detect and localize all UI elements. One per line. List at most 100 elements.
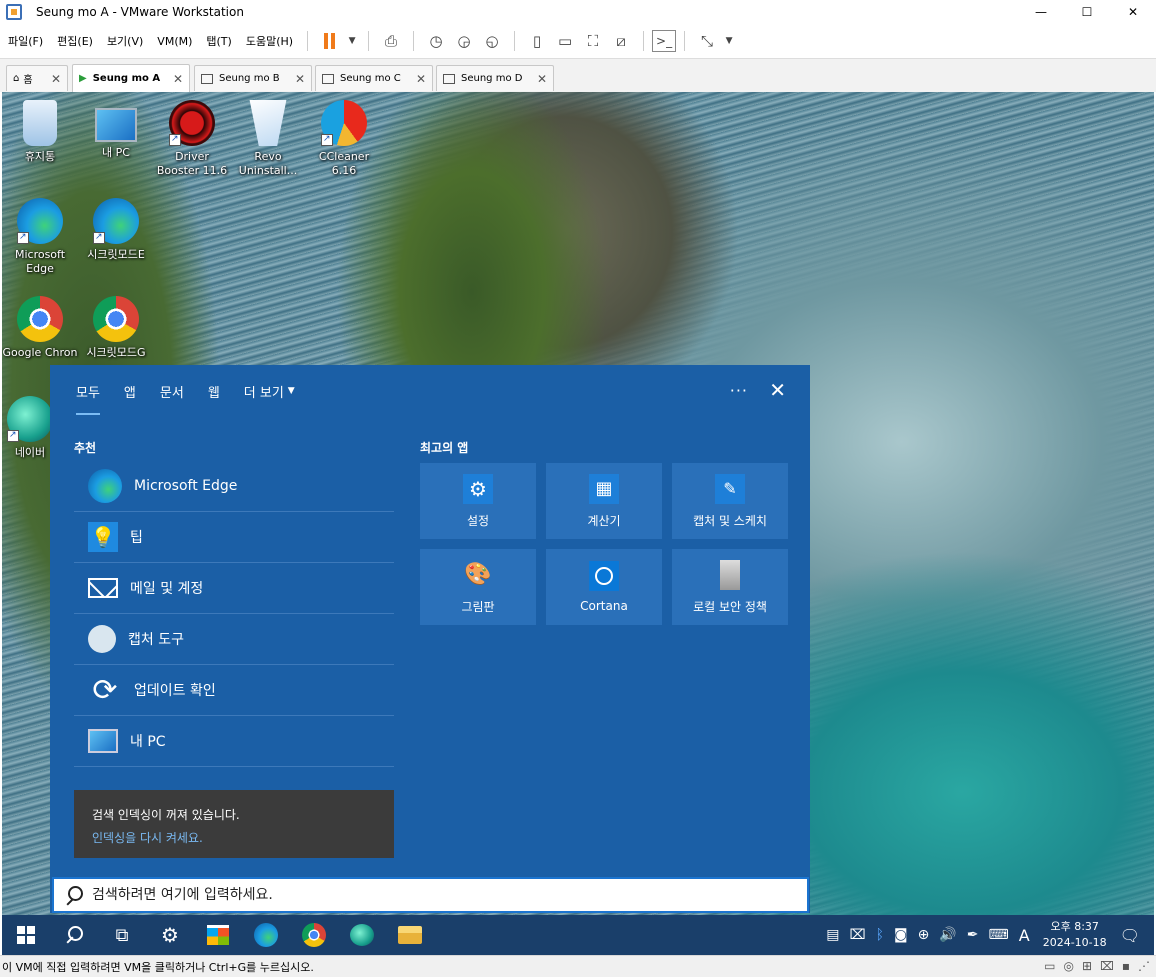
- hard-disk-icon[interactable]: ▭: [1044, 959, 1055, 973]
- close-tab-icon[interactable]: ✕: [173, 72, 183, 86]
- recommended-item-this-pc[interactable]: 내 PC: [74, 716, 394, 767]
- folder-icon: [398, 926, 422, 944]
- close-tab-icon[interactable]: ✕: [416, 72, 426, 86]
- taskbar-store-button[interactable]: [194, 915, 242, 955]
- taskbar-chrome-button[interactable]: [290, 915, 338, 955]
- pen-icon[interactable]: ✒: [967, 927, 979, 943]
- taskbar-clock[interactable]: 오후 8:37 2024-10-18: [1035, 919, 1115, 951]
- desktop-icon-this-pc[interactable]: 내 PC: [78, 100, 154, 160]
- edge-icon: [93, 198, 139, 244]
- close-tab-icon[interactable]: ✕: [537, 72, 547, 86]
- minimize-button[interactable]: —: [1018, 0, 1064, 24]
- notification-icon[interactable]: 🗨: [1120, 926, 1140, 945]
- vm-display[interactable]: 휴지통 내 PC Driver Booster 11.6 Revo Uninst…: [2, 92, 1154, 955]
- search-input[interactable]: [92, 887, 772, 903]
- top-app-paint[interactable]: 🎨 그림판: [420, 549, 536, 625]
- usb-icon[interactable]: ⌧: [849, 927, 865, 943]
- search-tab-more[interactable]: 더 보기 ▼: [232, 365, 307, 417]
- ime-indicator[interactable]: A: [1019, 926, 1030, 945]
- show-library-icon[interactable]: ▯: [523, 27, 551, 55]
- taskbar-file-explorer-button[interactable]: [386, 915, 434, 955]
- desktop-icon-recycle-bin[interactable]: 휴지통: [2, 100, 78, 164]
- touch-keyboard-tray-icon[interactable]: ▤: [826, 927, 839, 943]
- menu-vm[interactable]: VM(M): [151, 35, 198, 48]
- tab-seung-mo-b[interactable]: Seung mo B ✕: [194, 65, 312, 91]
- more-options-icon[interactable]: ···: [730, 381, 748, 400]
- menu-tab[interactable]: 탭(T): [200, 33, 237, 49]
- bluetooth-icon[interactable]: ᛒ: [876, 927, 884, 943]
- thumbnail-bar-icon[interactable]: ▭: [551, 27, 579, 55]
- desktop-icon-secret-mode-edge[interactable]: 시크릿모드E: [78, 198, 154, 262]
- desktop-icon-secret-mode-chrome[interactable]: 시크릿모드G: [78, 296, 154, 360]
- search-tab-web[interactable]: 웹: [196, 365, 232, 417]
- desktop-icon-microsoft-edge[interactable]: Microsoft Edge: [2, 198, 78, 276]
- maximize-button[interactable]: ☐: [1064, 0, 1110, 24]
- close-tab-icon[interactable]: ✕: [51, 72, 61, 86]
- menu-view[interactable]: 보기(V): [101, 33, 149, 49]
- desktop-icon-google-chrome[interactable]: Google Chron: [2, 296, 78, 360]
- console-view-icon[interactable]: >_: [652, 30, 677, 52]
- close-tab-icon[interactable]: ✕: [295, 72, 305, 86]
- search-tab-apps[interactable]: 앱: [112, 365, 148, 417]
- unity-icon[interactable]: ⧄: [607, 27, 635, 55]
- snapshot-manager-icon[interactable]: ◵: [478, 27, 506, 55]
- snapshot-icon[interactable]: ◷: [422, 27, 450, 55]
- revert-snapshot-icon[interactable]: ◶: [450, 27, 478, 55]
- menu-file[interactable]: 파일(F): [2, 33, 49, 49]
- mail-icon: [88, 578, 118, 598]
- top-app-cortana[interactable]: Cortana: [546, 549, 662, 625]
- taskbar-search-button[interactable]: [50, 915, 98, 955]
- taskbar-settings-button[interactable]: ⚙: [146, 915, 194, 955]
- tab-seung-mo-c[interactable]: Seung mo C ✕: [315, 65, 433, 91]
- pause-vm-button[interactable]: [316, 27, 344, 55]
- recommended-item-mail-accounts[interactable]: 메일 및 계정: [74, 563, 394, 614]
- top-app-calculator[interactable]: ▦ 계산기: [546, 463, 662, 539]
- indexing-notice-text: 검색 인덱싱이 꺼져 있습니다.: [92, 808, 240, 822]
- search-icon: [64, 885, 84, 905]
- recommended-item-snipping-tool[interactable]: 캡처 도구: [74, 614, 394, 665]
- recommended-item-tips[interactable]: 💡 팁: [74, 512, 394, 563]
- search-tab-all[interactable]: 모두: [64, 365, 112, 417]
- task-view-button[interactable]: ⧉: [98, 915, 146, 955]
- keyboard-icon[interactable]: ⌨: [989, 927, 1009, 943]
- stretch-dropdown-icon[interactable]: ▼: [721, 27, 737, 55]
- top-app-local-security-policy[interactable]: 로컬 보안 정책: [672, 549, 788, 625]
- desktop-icon-driver-booster[interactable]: Driver Booster 11.6: [154, 100, 230, 178]
- menu-help[interactable]: 도움말(H): [240, 33, 299, 49]
- network-adapter-icon[interactable]: ⊞: [1082, 959, 1092, 973]
- recommended-item-edge[interactable]: Microsoft Edge: [74, 461, 394, 512]
- start-button[interactable]: [2, 915, 50, 955]
- desktop-icon-revo-uninstaller[interactable]: Revo Uninstall...: [230, 100, 306, 178]
- taskbar: ⧉ ⚙ ▤ ⌧ ᛒ ◙ ⊕ 🔊 ✒ ⌨ A 오후 8:37 2024-10-18…: [2, 915, 1154, 955]
- device-status-icons: ▭ ◎ ⊞ ⌧ ▪ ⋰: [1044, 959, 1150, 973]
- camera-icon[interactable]: ◙: [894, 927, 908, 943]
- send-ctrl-alt-del-icon[interactable]: ⎙: [377, 27, 405, 55]
- desktop-icon-ccleaner[interactable]: CCleaner 6.16: [306, 100, 382, 178]
- tab-seung-mo-d[interactable]: Seung mo D ✕: [436, 65, 554, 91]
- turn-on-indexing-link[interactable]: 인덱싱을 다시 켜세요.: [92, 829, 376, 846]
- cd-rom-icon[interactable]: ◎: [1063, 959, 1073, 973]
- usb-device-icon[interactable]: ⌧: [1100, 959, 1114, 973]
- top-app-settings[interactable]: ⚙ 설정: [420, 463, 536, 539]
- message-log-icon[interactable]: ▪: [1122, 959, 1130, 973]
- network-globe-icon[interactable]: ⊕: [918, 927, 930, 943]
- clock-date: 2024-10-18: [1042, 936, 1107, 949]
- taskbar-edge-button[interactable]: [242, 915, 290, 955]
- taskbar-whale-button[interactable]: [338, 915, 386, 955]
- power-dropdown-icon[interactable]: ▼: [344, 27, 360, 55]
- recommended-item-check-updates[interactable]: ⟳ 업데이트 확인: [74, 665, 394, 716]
- top-app-snip-sketch[interactable]: ✎ 캡처 및 스케치: [672, 463, 788, 539]
- close-search-icon[interactable]: ✕: [769, 378, 786, 402]
- close-button[interactable]: ✕: [1110, 0, 1156, 24]
- stretch-guest-icon[interactable]: ⤡: [693, 27, 721, 55]
- recommended-item-label: 업데이트 확인: [134, 683, 216, 699]
- search-tab-documents[interactable]: 문서: [148, 365, 196, 417]
- tab-home[interactable]: ⌂ 홈 ✕: [6, 65, 68, 91]
- home-icon: ⌂: [13, 73, 20, 84]
- menu-edit[interactable]: 편집(E): [51, 33, 99, 49]
- gear-icon: ⚙: [463, 473, 493, 504]
- vm-icon: [443, 73, 455, 84]
- volume-icon[interactable]: 🔊: [939, 927, 956, 943]
- tab-seung-mo-a[interactable]: ▶ Seung mo A ✕: [72, 64, 190, 92]
- full-screen-icon[interactable]: ⛶: [579, 27, 607, 55]
